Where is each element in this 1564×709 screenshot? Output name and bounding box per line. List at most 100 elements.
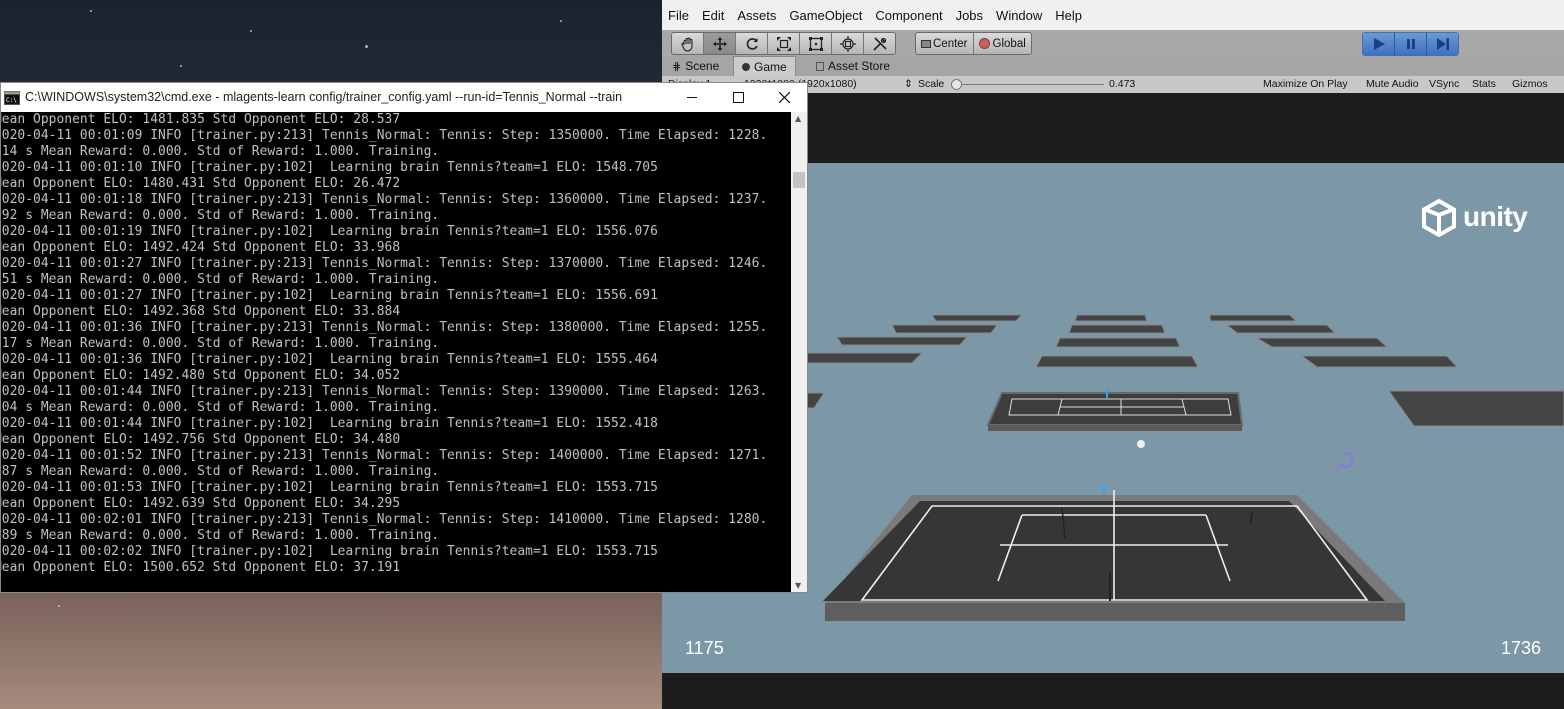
globe-icon (978, 38, 990, 49)
rect-icon (808, 36, 823, 51)
tab-asset-store-label: Asset Store (828, 59, 891, 73)
scale-label: Scale (918, 78, 945, 90)
rotate-tool-button[interactable] (736, 33, 768, 54)
console-line: Mean Opponent ELO: 1492.424 Std Opponent… (1, 240, 401, 255)
scale-slider-handle[interactable] (951, 79, 962, 90)
maximize-on-play-toggle[interactable]: Maximize On Play (1263, 78, 1348, 90)
cmd-title-bar[interactable]: C:\ C:\WINDOWS\system32\cmd.exe - mlagen… (1, 83, 807, 111)
maximize-icon (732, 91, 744, 103)
transform-tool-button[interactable] (832, 33, 864, 54)
star (560, 20, 562, 22)
racket-purple (1334, 451, 1354, 472)
custom-tool-button[interactable] (864, 33, 895, 54)
star (250, 30, 252, 32)
scrollbar-thumb[interactable] (793, 172, 805, 188)
bag-icon (816, 61, 824, 71)
console-line: 804 s Mean Reward: 0.000. Std of Reward:… (1, 400, 440, 415)
menu-component[interactable]: Component (875, 8, 942, 23)
playback-controls (1362, 32, 1459, 56)
console-line: 2020-04-11 00:01:44 INFO [trainer.py:102… (1, 416, 658, 431)
transform-icon (839, 35, 856, 52)
menu-edit[interactable]: Edit (702, 8, 724, 23)
view-tabs: ⋕ Scene Game Asset Store (662, 56, 1564, 77)
console-line: 614 s Mean Reward: 0.000. Std of Reward:… (1, 144, 440, 159)
console-line: 2020-04-11 00:02:01 INFO [trainer.py:213… (1, 512, 768, 527)
pivot-global-label: Global (992, 37, 1026, 50)
play-icon (1373, 38, 1385, 50)
console-line: Mean Opponent ELO: 1492.639 Std Opponent… (1, 496, 401, 511)
console-line: 2020-04-11 00:01:52 INFO [trainer.py:213… (1, 448, 768, 463)
rect-tool-button[interactable] (800, 33, 832, 54)
console-line: 589 s Mean Reward: 0.000. Std of Reward:… (1, 528, 440, 543)
pause-button[interactable] (1395, 33, 1427, 55)
minimize-button[interactable] (669, 83, 715, 111)
menu-assets[interactable]: Assets (737, 8, 776, 23)
console-line: 2020-04-11 00:01:44 INFO [trainer.py:213… (1, 384, 768, 399)
menu-window[interactable]: Window (996, 8, 1042, 23)
console-output[interactable]: Mean Opponent ELO: 1481.835 Std Opponent… (1, 112, 791, 592)
console-line: Mean Opponent ELO: 1481.835 Std Opponent… (1, 112, 401, 127)
console-line: 351 s Mean Reward: 0.000. Std of Reward:… (1, 272, 440, 287)
near-court (823, 485, 1405, 621)
scale-slider[interactable] (954, 84, 1104, 85)
star (180, 65, 182, 67)
play-button[interactable] (1363, 33, 1395, 55)
hand-tool-button[interactable] (672, 33, 704, 54)
console-line: Mean Opponent ELO: 1492.480 Std Opponent… (1, 368, 401, 383)
console-line: 2020-04-11 00:01:10 INFO [trainer.py:102… (1, 160, 658, 175)
menu-help[interactable]: Help (1055, 8, 1082, 23)
vertical-scrollbar[interactable]: ▲ ▼ (791, 112, 807, 592)
maximize-button[interactable] (715, 83, 761, 111)
console-line: 2020-04-11 00:01:09 INFO [trainer.py:213… (1, 128, 768, 143)
menu-file[interactable]: File (668, 8, 689, 23)
move-tool-button[interactable] (704, 33, 736, 54)
pivot-global-button[interactable]: Global (974, 33, 1031, 54)
close-button[interactable] (761, 83, 807, 111)
scroll-down-icon[interactable]: ▼ (795, 581, 801, 590)
score-right: 1736 (1500, 638, 1541, 658)
gizmos-dropdown[interactable]: Gizmos (1512, 78, 1548, 90)
toolbar: Center Global (662, 30, 1564, 56)
console-line: Mean Opponent ELO: 1492.756 Std Opponent… (1, 432, 401, 447)
tab-scene-label: Scene (685, 59, 720, 73)
tab-asset-store[interactable]: Asset Store (808, 56, 898, 76)
unity-logo-text: unity (1463, 201, 1528, 232)
hand-icon (680, 36, 693, 52)
stats-toggle[interactable]: Stats (1472, 78, 1496, 90)
console-line: Mean Opponent ELO: 1480.431 Std Opponent… (1, 176, 401, 191)
move-icon (712, 36, 727, 51)
pacman-icon (742, 63, 750, 71)
tab-scene[interactable]: ⋕ Scene (664, 56, 727, 76)
menu-jobs[interactable]: Jobs (956, 8, 983, 23)
unity-cube-icon (1422, 198, 1456, 237)
middle-court (986, 392, 1244, 431)
mute-audio-toggle[interactable]: Mute Audio (1366, 78, 1419, 90)
vsync-toggle[interactable]: VSync (1429, 78, 1459, 90)
pivot-center-label: Center (933, 37, 968, 50)
pivot-icon (921, 39, 931, 48)
tennis-ball (1137, 440, 1145, 448)
cmd-window[interactable]: C:\ C:\WINDOWS\system32\cmd.exe - mlagen… (0, 82, 808, 593)
scroll-up-icon[interactable]: ▲ (795, 114, 801, 123)
score-left: 1175 (685, 638, 724, 658)
svg-text:C:\: C:\ (6, 97, 17, 104)
custom-tool-icon (872, 36, 887, 51)
step-button[interactable] (1427, 33, 1458, 55)
grid-icon: ⋕ (672, 60, 682, 73)
pause-icon (1406, 39, 1415, 49)
console-line: Mean Opponent ELO: 1500.652 Std Opponent… (1, 560, 401, 575)
star (90, 10, 92, 12)
tab-game[interactable]: Game (733, 56, 796, 77)
console-line: 117 s Mean Reward: 0.000. Std of Reward:… (1, 336, 440, 351)
console-line: 2020-04-11 00:01:36 INFO [trainer.py:102… (1, 352, 658, 367)
scale-tool-button[interactable] (768, 33, 800, 54)
dropdown-arrow-icon: ⇕ (904, 78, 913, 90)
console-line: Mean Opponent ELO: 1492.368 Std Opponent… (1, 304, 401, 319)
console-line: 2020-04-11 00:01:27 INFO [trainer.py:213… (1, 256, 768, 271)
transform-tools (671, 32, 896, 55)
cmd-title-text: C:\WINDOWS\system32\cmd.exe - mlagents-l… (25, 90, 623, 104)
menu-gameobject[interactable]: GameObject (789, 8, 862, 23)
minimize-icon (687, 96, 697, 98)
console-line: 2020-04-11 00:01:18 INFO [trainer.py:213… (1, 192, 768, 207)
pivot-center-button[interactable]: Center (916, 33, 974, 54)
